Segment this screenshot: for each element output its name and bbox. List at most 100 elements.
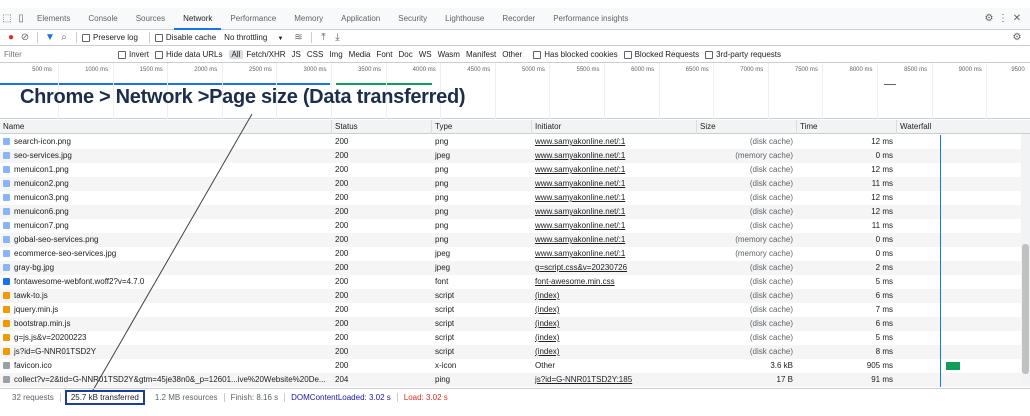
- tab-network[interactable]: Network: [174, 8, 222, 30]
- request-initiator[interactable]: www.samyakonline.net/:1: [535, 151, 625, 160]
- request-name-cell[interactable]: js?id=G-NNR01TSD2Y: [0, 345, 332, 359]
- column-header-status[interactable]: Status: [332, 120, 432, 134]
- request-initiator-cell[interactable]: Other: [532, 359, 697, 373]
- third-party-checkbox[interactable]: 3rd-party requests: [705, 50, 781, 59]
- request-name-cell[interactable]: seo-services.jpg: [0, 149, 332, 163]
- filter-type-css[interactable]: CSS: [304, 50, 326, 59]
- disable-cache-checkbox[interactable]: Disable cache: [154, 33, 216, 42]
- filter-type-js[interactable]: JS: [289, 50, 304, 59]
- filter-input[interactable]: [0, 47, 112, 62]
- column-header-waterfall[interactable]: Waterfall: [897, 120, 1021, 134]
- request-initiator[interactable]: www.samyakonline.net/:1: [535, 137, 625, 146]
- request-initiator-cell[interactable]: (index): [532, 331, 697, 345]
- tab-performance[interactable]: Performance: [221, 8, 285, 30]
- tab-application[interactable]: Application: [332, 8, 389, 30]
- request-name-cell[interactable]: fontawesome-webfont.woff2?v=4.7.0: [0, 275, 332, 289]
- more-options-icon[interactable]: ⋮: [996, 13, 1010, 24]
- request-name-cell[interactable]: search-icon.png: [0, 135, 332, 149]
- request-initiator[interactable]: www.samyakonline.net/:1: [535, 179, 625, 188]
- request-row[interactable]: jquery.min.js 200 script (index) (disk cache…: [0, 303, 1030, 317]
- scrollbar-thumb[interactable]: [1022, 244, 1029, 374]
- filter-type-wasm[interactable]: Wasm: [435, 50, 463, 59]
- import-har-icon[interactable]: ⤒: [317, 32, 331, 43]
- column-header-time[interactable]: Time: [797, 120, 897, 134]
- tab-elements[interactable]: Elements: [28, 8, 79, 30]
- request-initiator[interactable]: Other: [535, 361, 555, 370]
- clear-icon[interactable]: ⊘: [18, 32, 32, 43]
- request-row[interactable]: menuicon3.png 200 png www.samyakonline.net/…: [0, 191, 1030, 205]
- request-name-cell[interactable]: ecommerce-seo-services.jpg: [0, 247, 332, 261]
- blocked-cookies-checkbox[interactable]: Has blocked cookies: [533, 50, 618, 59]
- tab-memory[interactable]: Memory: [285, 8, 332, 30]
- request-initiator[interactable]: font-awesome.min.css: [535, 277, 615, 286]
- request-row[interactable]: collect?v=2&tid=G-NNR01TSD2Y&gtm=45je38n…: [0, 373, 1030, 387]
- request-row[interactable]: menuicon6.png 200 png www.samyakonline.net/…: [0, 205, 1030, 219]
- request-initiator-cell[interactable]: (index): [532, 317, 697, 331]
- request-name-cell[interactable]: jquery.min.js: [0, 303, 332, 317]
- tab-lighthouse[interactable]: Lighthouse: [436, 8, 493, 30]
- column-header-size[interactable]: Size: [697, 120, 797, 134]
- request-initiator-cell[interactable]: www.samyakonline.net/:1: [532, 205, 697, 219]
- tab-recorder[interactable]: Recorder: [493, 8, 544, 30]
- request-initiator[interactable]: (index): [535, 333, 559, 342]
- blocked-requests-checkbox[interactable]: Blocked Requests: [623, 50, 699, 59]
- request-initiator[interactable]: www.samyakonline.net/:1: [535, 249, 625, 258]
- request-initiator[interactable]: (index): [535, 347, 559, 356]
- request-initiator-cell[interactable]: (index): [532, 345, 697, 359]
- request-initiator-cell[interactable]: www.samyakonline.net/:1: [532, 149, 697, 163]
- request-row[interactable]: search-icon.png 200 png www.samyakonline.ne…: [0, 135, 1030, 149]
- filter-type-other[interactable]: Other: [499, 50, 525, 59]
- column-header-type[interactable]: Type: [432, 120, 532, 134]
- request-name-cell[interactable]: menuicon2.png: [0, 177, 332, 191]
- filter-type-fetch-xhr[interactable]: Fetch/XHR: [243, 50, 288, 59]
- request-initiator-cell[interactable]: www.samyakonline.net/:1: [532, 163, 697, 177]
- request-initiator-cell[interactable]: font-awesome.min.css: [532, 275, 697, 289]
- invert-checkbox[interactable]: Invert: [118, 50, 149, 59]
- request-initiator-cell[interactable]: (index): [532, 303, 697, 317]
- request-name-cell[interactable]: g=js.js&v=20200223: [0, 331, 332, 345]
- preserve-log-checkbox[interactable]: Preserve log: [82, 33, 138, 42]
- filter-icon[interactable]: ▼: [43, 32, 57, 43]
- request-row[interactable]: fontawesome-webfont.woff2?v=4.7.0 200 font…: [0, 275, 1030, 289]
- request-initiator[interactable]: (index): [535, 305, 559, 314]
- request-name-cell[interactable]: menuicon7.png: [0, 219, 332, 233]
- hide-data-urls-checkbox[interactable]: Hide data URLs: [155, 50, 223, 59]
- request-name-cell[interactable]: favicon.ico: [0, 359, 332, 373]
- request-row[interactable]: seo-services.jpg 200 jpeg www.samyakonline.…: [0, 149, 1030, 163]
- request-initiator[interactable]: www.samyakonline.net/:1: [535, 207, 625, 216]
- tab-console[interactable]: Console: [79, 8, 126, 30]
- request-row[interactable]: menuicon2.png 200 png www.samyakonline.net/…: [0, 177, 1030, 191]
- request-row[interactable]: global-seo-services.png 200 png www.samyako…: [0, 233, 1030, 247]
- tab-performance-insights[interactable]: Performance insights: [544, 8, 637, 30]
- request-initiator[interactable]: www.samyakonline.net/:1: [535, 165, 625, 174]
- request-initiator[interactable]: www.samyakonline.net/:1: [535, 221, 625, 230]
- request-initiator[interactable]: (index): [535, 319, 559, 328]
- request-initiator[interactable]: (index): [535, 291, 559, 300]
- filter-type-doc[interactable]: Doc: [395, 50, 415, 59]
- close-icon[interactable]: ✕: [1010, 13, 1024, 24]
- request-initiator[interactable]: www.samyakonline.net/:1: [535, 193, 625, 202]
- device-toolbar-icon[interactable]: ▯: [14, 13, 28, 24]
- request-row[interactable]: g=js.js&v=20200223 200 script (index) (disk …: [0, 331, 1030, 345]
- request-name-cell[interactable]: menuicon1.png: [0, 163, 332, 177]
- request-row[interactable]: ecommerce-seo-services.jpg 200 jpeg www.sam…: [0, 247, 1030, 261]
- table-scrollbar[interactable]: [1021, 134, 1030, 384]
- request-initiator-cell[interactable]: www.samyakonline.net/:1: [532, 135, 697, 149]
- request-row[interactable]: favicon.ico 200 x-icon Other 3.6 kB 905 ms: [0, 359, 1030, 373]
- request-initiator-cell[interactable]: g=script.css&v=20230726: [532, 261, 697, 275]
- request-row[interactable]: bootstrap.min.js 200 script (index) (disk ca…: [0, 317, 1030, 331]
- filter-type-img[interactable]: Img: [326, 50, 345, 59]
- filter-type-font[interactable]: Font: [373, 50, 395, 59]
- request-initiator-cell[interactable]: www.samyakonline.net/:1: [532, 233, 697, 247]
- request-row[interactable]: js?id=G-NNR01TSD2Y 200 script (index) (disk …: [0, 345, 1030, 359]
- column-header-name[interactable]: Name: [0, 120, 332, 134]
- filter-type-ws[interactable]: WS: [416, 50, 435, 59]
- request-row[interactable]: gray-bg.jpg 200 jpeg g=script.css&v=2023072…: [0, 261, 1030, 275]
- request-name-cell[interactable]: menuicon6.png: [0, 205, 332, 219]
- request-row[interactable]: menuicon7.png 200 png www.samyakonline.net/…: [0, 219, 1030, 233]
- export-har-icon[interactable]: ⤓: [331, 32, 345, 43]
- tab-sources[interactable]: Sources: [127, 8, 174, 30]
- column-header-initiator[interactable]: Initiator: [532, 120, 697, 134]
- request-initiator-cell[interactable]: www.samyakonline.net/:1: [532, 191, 697, 205]
- request-row[interactable]: tawk-to.js 200 script (index) (disk cache) 6 …: [0, 289, 1030, 303]
